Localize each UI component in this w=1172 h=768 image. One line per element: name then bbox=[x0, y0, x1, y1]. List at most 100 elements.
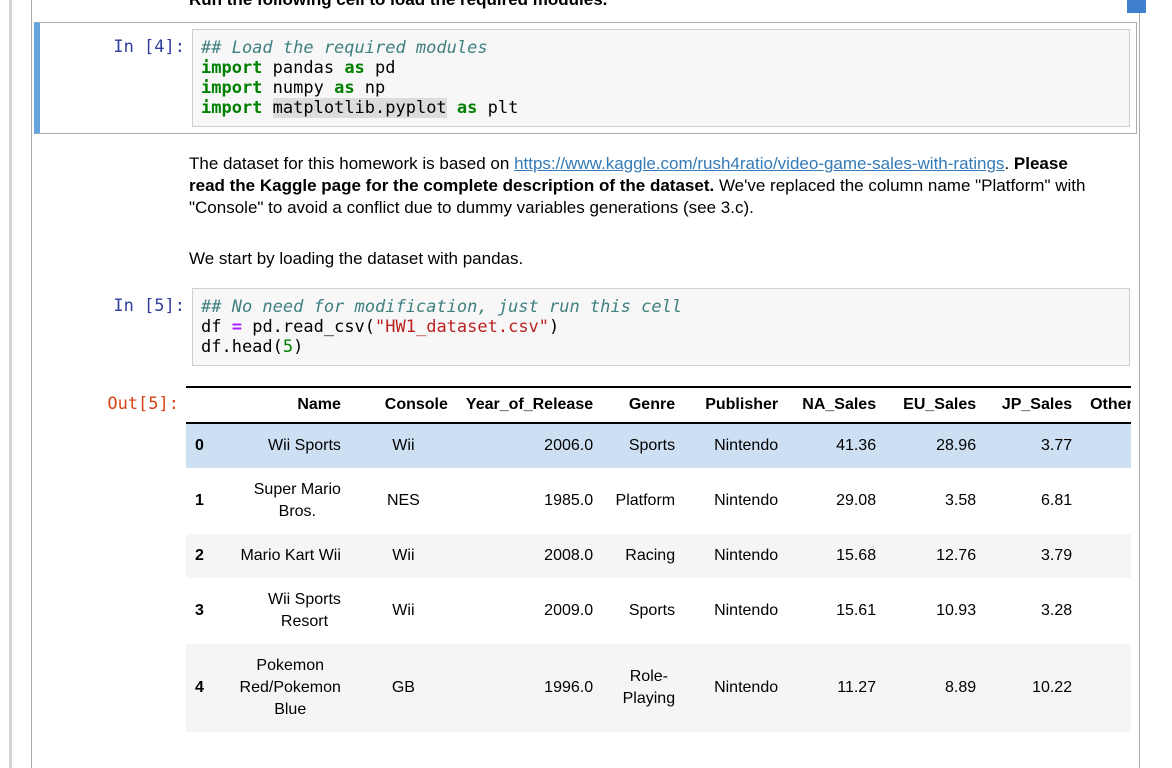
code-token: = bbox=[232, 317, 242, 337]
table-cell: Wii Sports bbox=[213, 423, 350, 468]
table-cell-text: 8.89 bbox=[945, 677, 976, 699]
code-line: import matplotlib.pyplot as plt bbox=[201, 98, 1121, 118]
table-cell: 15.68 bbox=[787, 534, 885, 578]
column-header: JP_Sales bbox=[985, 387, 1081, 423]
code-token: numpy bbox=[262, 78, 334, 98]
table-cell-text: 6.81 bbox=[1041, 490, 1072, 512]
clipped-markdown-text: Run the following cell to load the requi… bbox=[189, 0, 1133, 11]
output-prompt: Out[5]: bbox=[34, 394, 179, 414]
table-cell-text: Wii Sports bbox=[268, 435, 341, 457]
table-cell bbox=[1081, 578, 1131, 644]
code-token: 5 bbox=[283, 337, 293, 357]
table-cell-text: Pokemon Red/Pokemon Blue bbox=[240, 655, 341, 721]
table-cell-text: Wii bbox=[392, 435, 414, 457]
table-cell-text: Sports bbox=[629, 435, 675, 457]
table-cell: Platform bbox=[602, 468, 684, 534]
kaggle-link[interactable]: https://www.kaggle.com/rush4ratio/video-… bbox=[514, 154, 1004, 173]
markdown-cell[interactable]: The dataset for this homework is based o… bbox=[189, 153, 1089, 219]
table-cell: 3.58 bbox=[885, 468, 985, 534]
table-cell-text: Nintendo bbox=[714, 435, 778, 457]
table-cell-text: 10.22 bbox=[1032, 677, 1072, 699]
table-cell: Pokemon Red/Pokemon Blue bbox=[213, 644, 350, 732]
markdown-cell[interactable]: We start by loading the dataset with pan… bbox=[189, 248, 1089, 270]
code-cell-in5[interactable]: In [5]: ## No need for modification, jus… bbox=[34, 281, 1137, 373]
column-header: Publisher bbox=[684, 387, 787, 423]
table-cell-text: 3.28 bbox=[1041, 600, 1072, 622]
table-row: 4 Pokemon Red/Pokemon BlueGB 1996.0 Role- P… bbox=[186, 644, 1131, 732]
code-token: ) bbox=[549, 317, 559, 337]
code-token: as bbox=[457, 98, 477, 118]
table-cell-text: Wii bbox=[392, 600, 414, 622]
table-cell-text: Sports bbox=[629, 600, 675, 622]
column-header: NA_Sales bbox=[787, 387, 885, 423]
table-cell: Wii bbox=[350, 534, 457, 578]
table-cell: 11.27 bbox=[787, 644, 885, 732]
table-cell-text: Platform bbox=[616, 490, 676, 512]
table-cell-text: Racing bbox=[625, 545, 675, 567]
row-index: 3 bbox=[186, 578, 213, 644]
code-line: import pandas as pd bbox=[201, 58, 1121, 78]
table-header-row: NameConsoleYear_of_ReleaseGenrePublisher… bbox=[186, 387, 1131, 423]
row-index: 0 bbox=[186, 423, 213, 468]
table-cell-text: 28.96 bbox=[936, 435, 976, 457]
table-cell: 28.96 bbox=[885, 423, 985, 468]
table-cell-text: 1996.0 bbox=[544, 677, 593, 699]
table-cell: Super Mario Bros. bbox=[213, 468, 350, 534]
notebook-area: Run the following cell to load the requi… bbox=[31, 0, 1140, 768]
md-text: . bbox=[1004, 154, 1013, 173]
dataframe-scroll-area[interactable]: NameConsoleYear_of_ReleaseGenrePublisher… bbox=[186, 386, 1131, 732]
column-header bbox=[186, 387, 213, 423]
table-cell-text: Role- Playing bbox=[623, 666, 675, 710]
table-cell: Nintendo bbox=[684, 534, 787, 578]
table-cell-text: 3.58 bbox=[945, 490, 976, 512]
code-line: df.head(5) bbox=[201, 337, 1121, 357]
table-row: 1Super Mario Bros.NES1985.0PlatformNinte… bbox=[186, 468, 1131, 534]
code-line: ## No need for modification, just run th… bbox=[201, 297, 1121, 317]
code-token: "HW1_dataset.csv" bbox=[375, 317, 549, 337]
table-cell-text: 10.93 bbox=[936, 600, 976, 622]
table-cell-text: Nintendo bbox=[714, 677, 778, 699]
page-margin-line bbox=[9, 0, 12, 768]
table-cell bbox=[1081, 423, 1131, 468]
table-cell: 1996.0 bbox=[457, 644, 602, 732]
row-index: 4 bbox=[186, 644, 213, 732]
dataframe-table: NameConsoleYear_of_ReleaseGenrePublisher… bbox=[186, 386, 1131, 732]
table-cell: GB bbox=[350, 644, 457, 732]
code-token bbox=[447, 98, 457, 118]
column-header: Genre bbox=[602, 387, 684, 423]
table-cell-text: 3.77 bbox=[1041, 435, 1072, 457]
table-cell: 8.89 bbox=[885, 644, 985, 732]
table-cell: 1985.0 bbox=[457, 468, 602, 534]
table-cell: Nintendo bbox=[684, 578, 787, 644]
selection-indicator bbox=[1127, 0, 1146, 13]
table-cell: Role- Playing bbox=[602, 644, 684, 732]
table-cell: 3.77 bbox=[985, 423, 1081, 468]
table-cell: 10.22 bbox=[985, 644, 1081, 732]
table-row: 3Wii Sports ResortWii2009.0SportsNintend… bbox=[186, 578, 1131, 644]
table-cell-text: 3.79 bbox=[1041, 545, 1072, 567]
table-cell: Nintendo bbox=[684, 644, 787, 732]
code-cell-in4[interactable]: In [4]: ## Load the required modulesimpo… bbox=[34, 22, 1137, 134]
code-token: matplotlib.pyplot bbox=[273, 98, 447, 118]
code-token: df bbox=[201, 317, 232, 337]
code-token: ) bbox=[293, 337, 303, 357]
input-prompt: In [5]: bbox=[40, 296, 185, 316]
table-cell: Wii bbox=[350, 578, 457, 644]
code-token: plt bbox=[477, 98, 518, 118]
code-token: ## Load the required modules bbox=[201, 38, 488, 58]
table-cell-text: 2008.0 bbox=[544, 545, 593, 567]
code-editor[interactable]: ## Load the required modulesimport panda… bbox=[192, 29, 1130, 127]
code-token: pd.read_csv( bbox=[242, 317, 375, 337]
table-cell: 3.79 bbox=[985, 534, 1081, 578]
table-cell: 2006.0 bbox=[457, 423, 602, 468]
table-cell: Sports bbox=[602, 578, 684, 644]
table-cell-text: 1985.0 bbox=[544, 490, 593, 512]
table-cell: Mario Kart Wii bbox=[213, 534, 350, 578]
column-header: Name bbox=[213, 387, 350, 423]
code-editor[interactable]: ## No need for modification, just run th… bbox=[192, 288, 1130, 366]
table-cell-text: Wii Sports Resort bbox=[268, 589, 341, 633]
table-cell-text: Super Mario Bros. bbox=[254, 479, 341, 523]
code-token bbox=[262, 98, 272, 118]
table-cell: Nintendo bbox=[684, 423, 787, 468]
table-cell: 10.93 bbox=[885, 578, 985, 644]
